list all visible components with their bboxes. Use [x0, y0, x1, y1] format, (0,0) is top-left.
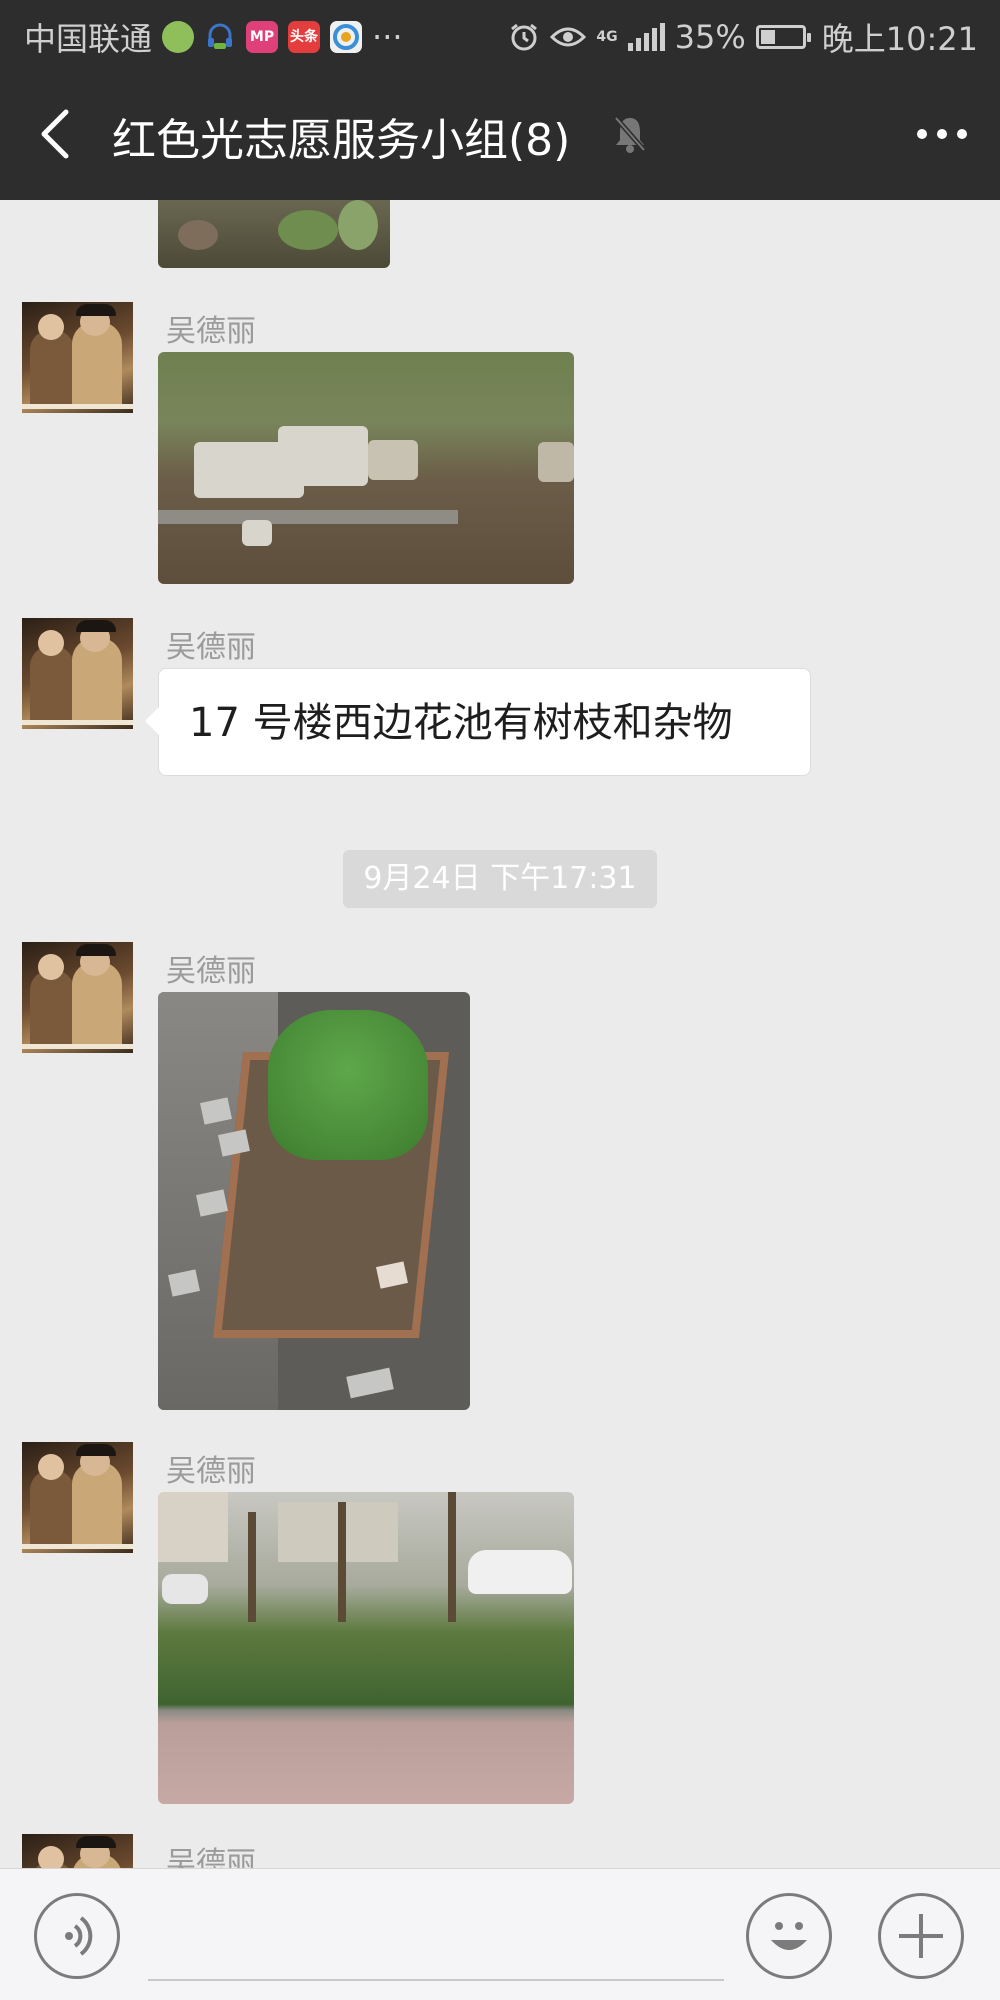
- message-photo[interactable]: [158, 352, 574, 584]
- clock: 晚上10:21: [821, 20, 978, 58]
- eye-icon: [550, 27, 587, 47]
- carrier-name: 中国联通: [24, 20, 153, 58]
- hospital-app-icon: [162, 21, 195, 53]
- message-list[interactable]: 吴德丽 吴德丽 17 号楼西边花池有树枝和杂物 9月24日 下午17:31 吴德…: [0, 200, 1000, 1868]
- voice-icon: [65, 1916, 93, 1956]
- timestamp: 9月24日 下午17:31: [343, 850, 657, 908]
- avatar[interactable]: [22, 1834, 133, 1868]
- sender-name: 吴德丽: [166, 630, 256, 665]
- plus-button[interactable]: [878, 1893, 964, 1979]
- mp-app-icon: MP: [246, 21, 279, 53]
- page-title: 红色光志愿服务小组(8): [112, 115, 571, 166]
- chat-header: 红色光志愿服务小组(8): [0, 68, 1000, 200]
- muted-bell-icon: [614, 116, 646, 153]
- message-photo[interactable]: [158, 992, 470, 1410]
- plus-icon: [899, 1914, 943, 1958]
- battery-percent: 35%: [674, 18, 746, 56]
- avatar[interactable]: [22, 302, 133, 413]
- voice-button[interactable]: [34, 1893, 120, 1979]
- message-photo[interactable]: [158, 1492, 574, 1804]
- alarm-icon: [511, 23, 538, 51]
- smiley-icon: [771, 1922, 807, 1950]
- browser-app-icon: [330, 21, 363, 53]
- toutiao-app-icon: 头条: [288, 21, 321, 53]
- signal-icon: [627, 23, 665, 51]
- ellipsis-icon[interactable]: [912, 112, 972, 156]
- headset-app-icon: [204, 21, 236, 53]
- sender-name: 吴德丽: [166, 954, 256, 989]
- message-photo[interactable]: [158, 200, 390, 268]
- avatar[interactable]: [22, 1442, 133, 1553]
- emoji-button[interactable]: [746, 1893, 832, 1979]
- message-bubble[interactable]: 17 号楼西边花池有树枝和杂物: [145, 668, 811, 776]
- sender-name: 吴德丽: [166, 1846, 256, 1868]
- battery-icon: [755, 25, 811, 49]
- status-bar: 中国联通 MP 头条 ··· 4G 35% 晚上10:21: [0, 0, 1000, 68]
- more-notifications: ···: [372, 18, 403, 56]
- avatar[interactable]: [22, 618, 133, 729]
- avatar[interactable]: [22, 942, 133, 1053]
- sender-name: 吴德丽: [166, 1454, 256, 1489]
- chevron-left-icon[interactable]: [32, 106, 80, 162]
- sender-name: 吴德丽: [166, 314, 256, 349]
- input-bar: [0, 1868, 1000, 2000]
- message-input[interactable]: [148, 1891, 724, 1981]
- network-type: 4G: [596, 29, 618, 45]
